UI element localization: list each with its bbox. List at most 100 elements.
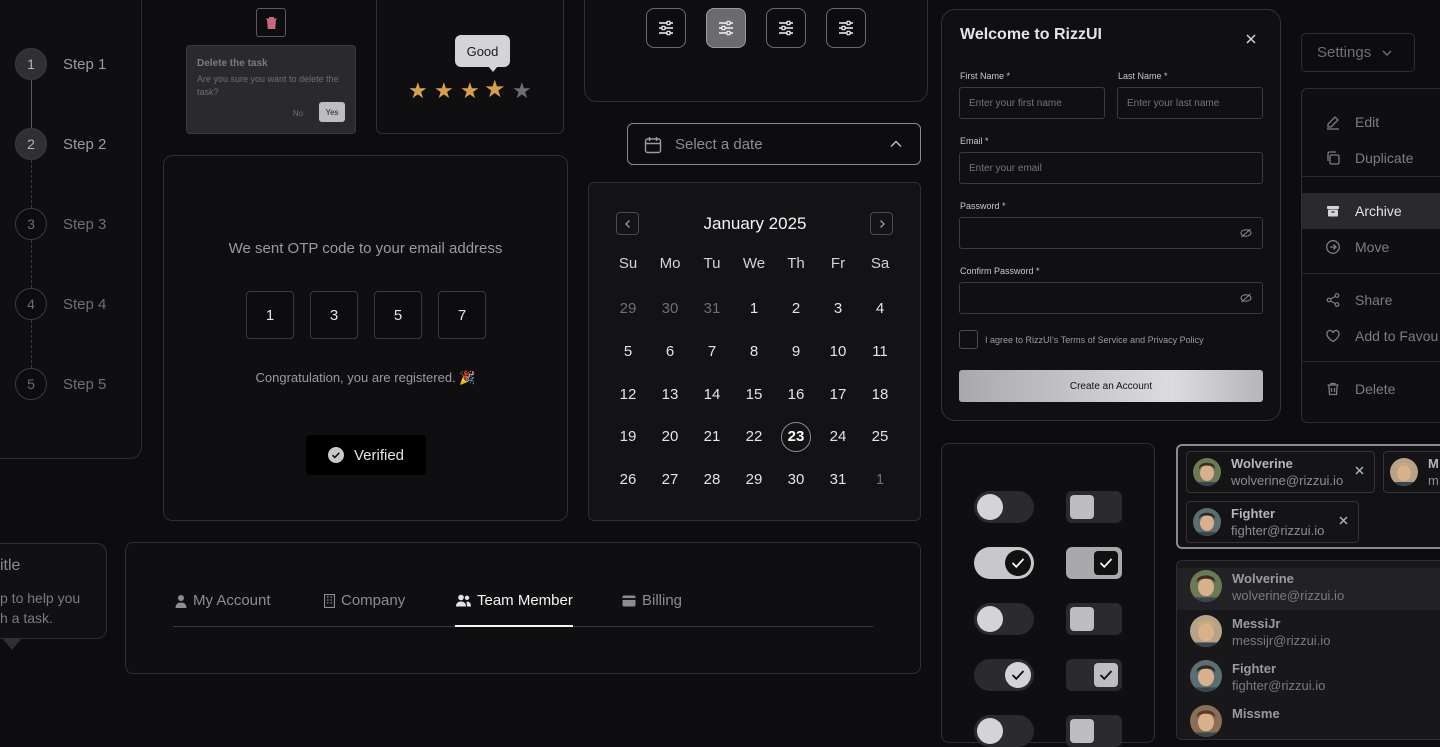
tab-billing[interactable]: Billing [622, 592, 682, 609]
menu-item-move[interactable]: Move [1302, 229, 1440, 265]
first-name-input[interactable]: Enter your first name [959, 87, 1105, 119]
otp-digit-1[interactable]: 1 [246, 291, 294, 339]
step-4-indicator[interactable]: 4 [15, 288, 47, 320]
toggle-switch[interactable] [974, 547, 1034, 579]
tab-company[interactable]: Company [324, 592, 405, 609]
step-5-indicator[interactable]: 5 [15, 368, 47, 400]
calendar-day[interactable]: 18 [860, 380, 900, 410]
calendar-day[interactable]: 8 [734, 337, 774, 367]
create-account-button[interactable]: Create an Account [959, 370, 1263, 402]
email-input[interactable]: Enter your email [959, 152, 1263, 184]
menu-item-edit[interactable]: Edit [1302, 104, 1440, 140]
calendar-day[interactable]: 29 [608, 294, 648, 324]
calendar-day[interactable]: 15 [734, 380, 774, 410]
calendar-day[interactable]: 12 [608, 380, 648, 410]
close-icon[interactable] [1245, 32, 1257, 50]
calendar-next-button[interactable] [870, 212, 893, 235]
option-email: fighter@rizzui.io [1232, 678, 1326, 693]
terms-checkbox[interactable] [959, 330, 978, 349]
square-switch[interactable] [1066, 659, 1122, 691]
calendar-day[interactable]: 20 [650, 422, 690, 452]
star-icon[interactable]: ★ [434, 80, 454, 102]
calendar-day[interactable]: 30 [776, 465, 816, 495]
calendar-day[interactable]: 31 [818, 465, 858, 495]
calendar-day[interactable]: 24 [818, 422, 858, 452]
otp-digit-3[interactable]: 5 [374, 291, 422, 339]
star-icon[interactable]: ★ [512, 80, 532, 102]
building-icon [324, 593, 335, 608]
step-1-indicator[interactable]: 1 [15, 48, 47, 80]
calendar-day[interactable]: 10 [818, 337, 858, 367]
calendar-prev-button[interactable] [616, 212, 639, 235]
first-name-label: First Name * [960, 71, 1011, 81]
calendar-day[interactable]: 29 [734, 465, 774, 495]
square-switch-knob [1094, 551, 1118, 575]
tab-my-account[interactable]: My Account [175, 592, 271, 609]
remove-chip-icon[interactable] [1355, 466, 1364, 475]
remove-chip-icon[interactable] [1339, 516, 1348, 525]
popconfirm-yes-button[interactable]: Yes [319, 102, 345, 122]
calendar-day[interactable]: 19 [608, 422, 648, 452]
square-switch[interactable] [1066, 491, 1122, 523]
filter-button[interactable] [826, 8, 866, 48]
calendar-day[interactable]: 25 [860, 422, 900, 452]
calendar-day[interactable]: 27 [650, 465, 690, 495]
calendar-day[interactable]: 28 [692, 465, 732, 495]
calendar-day[interactable]: 14 [692, 380, 732, 410]
calendar-day[interactable]: 16 [776, 380, 816, 410]
calendar-day[interactable]: 30 [650, 294, 690, 324]
toggle-switch[interactable] [974, 659, 1034, 691]
confirm-password-input[interactable] [959, 282, 1263, 314]
calendar-day[interactable]: 21 [692, 422, 732, 452]
menu-item-delete[interactable]: Delete [1302, 371, 1440, 407]
last-name-label: Last Name * [1118, 71, 1168, 81]
calendar-day[interactable]: 13 [650, 380, 690, 410]
option-name: MessiJr [1232, 616, 1281, 631]
date-picker-input[interactable]: Select a date [627, 123, 921, 165]
calendar-day[interactable]: 26 [608, 465, 648, 495]
calendar-day[interactable]: 5 [608, 337, 648, 367]
step-3-indicator[interactable]: 3 [15, 208, 47, 240]
calendar-day[interactable]: 22 [734, 422, 774, 452]
calendar-day[interactable]: 31 [692, 294, 732, 324]
step-2-indicator[interactable]: 2 [15, 128, 47, 160]
calendar-day[interactable]: 3 [818, 294, 858, 324]
star-icon[interactable]: ★ [460, 80, 480, 102]
toggle-switch[interactable] [974, 491, 1034, 523]
last-name-input[interactable]: Enter your last name [1117, 87, 1263, 119]
menu-item-share[interactable]: Share [1302, 282, 1440, 318]
otp-digit-2[interactable]: 3 [310, 291, 358, 339]
delete-trigger-button[interactable] [256, 8, 286, 37]
popconfirm-no-button[interactable]: No [286, 104, 310, 122]
calendar-weekday: Sa [870, 255, 890, 272]
tab-team-member[interactable]: Team Member [456, 592, 573, 609]
calendar-day[interactable]: 1 [734, 294, 774, 324]
filter-button[interactable] [706, 8, 746, 48]
square-switch[interactable] [1066, 547, 1122, 579]
square-switch[interactable] [1066, 603, 1122, 635]
otp-digit-4[interactable]: 7 [438, 291, 486, 339]
calendar-weekday: Su [618, 255, 638, 272]
calendar-day[interactable]: 4 [860, 294, 900, 324]
star-icon[interactable]: ★ [408, 80, 428, 102]
filter-button[interactable] [646, 8, 686, 48]
option-name: Fighter [1232, 661, 1277, 676]
menu-item-duplicate[interactable]: Duplicate [1302, 140, 1440, 176]
password-input[interactable] [959, 217, 1263, 249]
calendar-day[interactable]: 6 [650, 337, 690, 367]
star-icon[interactable]: ★ [484, 78, 506, 102]
calendar-day[interactable]: 7 [692, 337, 732, 367]
calendar-day[interactable]: 9 [776, 337, 816, 367]
menu-item-add-to-favou[interactable]: Add to Favou [1302, 318, 1440, 354]
menu-item-archive[interactable]: Archive [1302, 193, 1440, 229]
calendar-day[interactable]: 17 [818, 380, 858, 410]
calendar-day[interactable]: 1 [860, 465, 900, 495]
calendar-day[interactable]: 2 [776, 294, 816, 324]
toggle-switch[interactable] [974, 603, 1034, 635]
settings-button[interactable]: Settings [1301, 33, 1415, 72]
step-4-label: Step 4 [63, 296, 107, 313]
calendar-day[interactable]: 11 [860, 337, 900, 367]
filter-button[interactable] [766, 8, 806, 48]
eye-off-icon[interactable] [1240, 228, 1252, 241]
eye-off-icon[interactable] [1240, 293, 1252, 306]
